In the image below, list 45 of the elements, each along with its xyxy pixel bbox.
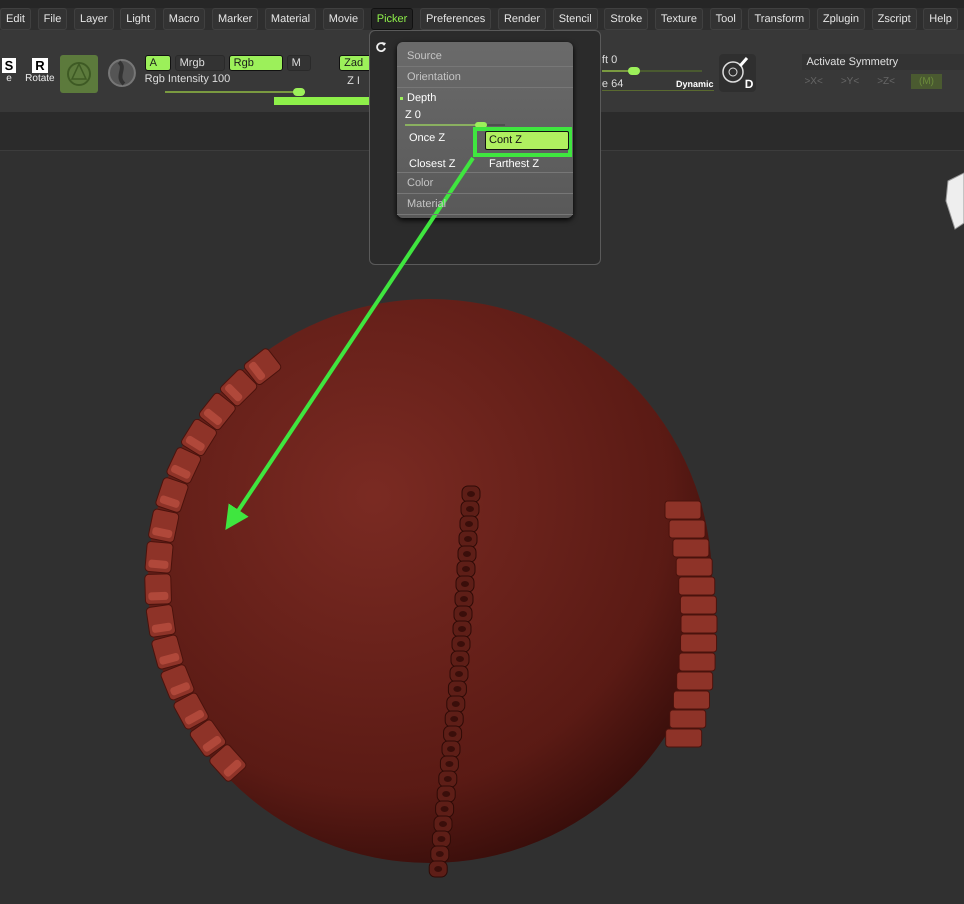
dynamic-label[interactable]: Dynamic: [676, 79, 714, 89]
menu-item[interactable]: Zplugin: [816, 8, 865, 30]
menu-item[interactable]: Help: [923, 8, 958, 30]
menu-item[interactable]: Tool: [710, 8, 742, 30]
slider-label: Rgb Intensity 100: [144, 73, 232, 85]
option-button[interactable]: Cont Z: [485, 131, 569, 150]
mode-button[interactable]: Rgb: [228, 55, 283, 71]
menu-item[interactable]: Zscript: [872, 8, 917, 30]
shortcut-label: D: [744, 78, 754, 91]
menu-item[interactable]: Material: [264, 8, 316, 30]
menu-item[interactable]: Movie: [322, 8, 364, 30]
option-button[interactable]: Once Z: [405, 131, 485, 145]
menu-item[interactable]: Stroke: [604, 8, 648, 30]
option-button[interactable]: Farthest Z: [485, 157, 569, 171]
section-header[interactable]: Color: [397, 173, 573, 194]
slider-label: ft 0: [602, 54, 618, 66]
menu-item[interactable]: Texture: [654, 8, 703, 30]
lightbox-button[interactable]: D: [718, 54, 756, 92]
slider-label: Z I: [347, 75, 361, 87]
menu-item[interactable]: File: [38, 8, 68, 30]
mode-button[interactable]: A: [144, 55, 171, 71]
menu-item[interactable]: Macro: [162, 8, 206, 30]
slider-label: e 64: [602, 78, 624, 90]
mode-button[interactable]: Mrgb: [174, 55, 225, 71]
mode-button[interactable]: M: [286, 55, 311, 71]
menu-item[interactable]: Render: [498, 8, 546, 30]
focal-slider[interactable]: [602, 67, 702, 75]
menu-item[interactable]: Picker: [370, 8, 414, 30]
slider-label: Z 0: [405, 109, 422, 121]
tool-button[interactable]: R Rotate: [22, 58, 57, 84]
symmetry-button[interactable]: Activate Symmetry: [802, 54, 964, 70]
option-button[interactable]: Closest Z: [405, 157, 485, 171]
menu-item[interactable]: Stencil: [552, 8, 598, 30]
section-header[interactable]: Depth: [397, 88, 573, 109]
menu-item[interactable]: Preferences: [420, 8, 492, 30]
menu-item[interactable]: Edit: [0, 8, 31, 30]
view-cube-icon[interactable]: [946, 172, 964, 230]
texture-icon[interactable]: [106, 58, 137, 88]
refresh-icon[interactable]: [375, 41, 387, 53]
intensity-slider[interactable]: [164, 88, 305, 96]
menu-item[interactable]: Light: [120, 8, 156, 30]
menu-item[interactable]: Marker: [212, 8, 258, 30]
menu-item[interactable]: Layer: [74, 8, 114, 30]
menu-item[interactable]: Transform: [748, 8, 810, 30]
sphere-icon: [66, 61, 92, 87]
